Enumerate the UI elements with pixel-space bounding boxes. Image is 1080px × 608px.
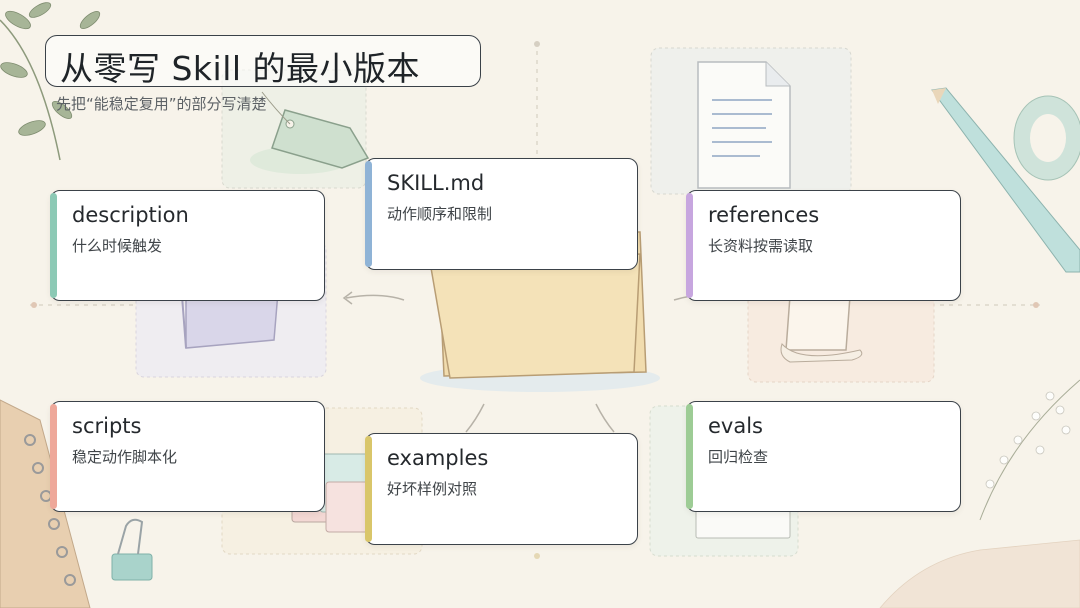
page-title: 从零写 Skill 的最小版本 [60, 49, 421, 88]
card-accent-bar [686, 404, 693, 509]
card-title: examples [387, 446, 489, 470]
document-icon [697, 61, 791, 189]
card-title: references [708, 203, 820, 227]
card-title: description [72, 203, 189, 227]
card-desc: 回归检查 [708, 448, 769, 466]
card-desc: 好坏样例对照 [387, 480, 478, 498]
tape-icon [1013, 95, 1080, 181]
page-subtitle: 先把“能稳定复用”的部分写清楚 [56, 95, 267, 113]
card-references: references 长资料按需读取 [686, 190, 961, 301]
card-accent-bar [50, 404, 57, 509]
paperclip-icon [111, 518, 153, 581]
card-title: evals [708, 414, 763, 438]
title-box: 从零写 Skill 的最小版本 [45, 35, 481, 88]
card-accent-bar [365, 161, 372, 267]
card-accent-bar [365, 436, 372, 542]
card-desc: 动作顺序和限制 [387, 205, 493, 223]
card-description: description 什么时候触发 [50, 190, 325, 301]
card-desc: 稳定动作脚本化 [72, 448, 178, 466]
card-evals: evals 回归检查 [686, 401, 961, 512]
card-accent-bar [686, 193, 693, 298]
slide-canvas: 从零写 Skill 的最小版本 先把“能稳定复用”的部分写清楚 SKILL.md… [0, 0, 1080, 608]
card-scripts: scripts 稳定动作脚本化 [50, 401, 325, 512]
card-desc: 什么时候触发 [72, 237, 163, 255]
card-accent-bar [50, 193, 57, 298]
card-examples: examples 好坏样例对照 [365, 433, 638, 545]
card-title: SKILL.md [387, 171, 485, 195]
card-skill-md: SKILL.md 动作顺序和限制 [365, 158, 638, 270]
card-desc: 长资料按需读取 [708, 237, 814, 255]
card-title: scripts [72, 414, 142, 438]
